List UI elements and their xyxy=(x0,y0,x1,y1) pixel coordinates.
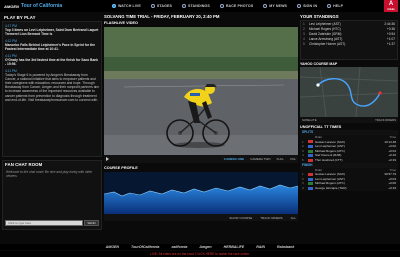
flag-icon xyxy=(308,177,313,181)
list-item[interactable]: 5 Christopher Horner (AST) +1:37 xyxy=(303,42,395,47)
footer-notice[interactable]: LIVE: All riders are on the road. CLICK … xyxy=(0,251,400,257)
nav-item-standings[interactable]: STANDINGS xyxy=(182,4,210,8)
list-item: 4:12 PM Mancebo Falls Behind Leipheimer'… xyxy=(5,38,96,51)
flag-icon xyxy=(308,158,313,162)
nav-dot-icon xyxy=(219,4,224,8)
flag-icon xyxy=(308,154,313,158)
all-link[interactable]: ALL xyxy=(291,216,296,220)
fan-chat-room: FAN CHAT ROOM Welcome to the chat room! … xyxy=(2,160,102,230)
stage-title: SOLVANG TIME TRIAL - FRIDAY, FEBRUARY 20… xyxy=(104,14,220,19)
satellite-toggle[interactable]: SATELLITE xyxy=(302,118,317,122)
chat-send-button[interactable]: SEND xyxy=(84,220,99,226)
top-nav-bar: AMGEN Tour of California WATCH LIVE STAG… xyxy=(0,0,400,12)
course-map[interactable] xyxy=(300,67,398,117)
video-player[interactable] xyxy=(104,27,298,155)
tab-full[interactable]: FULL xyxy=(277,157,284,161)
video-title: FLASHLIVE VIDEO xyxy=(104,21,138,25)
course-profile-title: COURSE PROFILE xyxy=(104,166,138,170)
list-item: 4:17 PM Top 3 times on Levi Leipheimer, … xyxy=(5,23,99,36)
main-nav: WATCH LIVE STAGES STANDINGS RACE PHOTOS … xyxy=(112,0,343,12)
table-row: 4 George Hincapie (THR) +0:19 xyxy=(302,185,396,190)
nav-dot-icon xyxy=(297,4,302,8)
fan-chat-message: Welcome to the chat room! Be nice and pl… xyxy=(6,170,93,178)
video-controls: CAMERA ONE CAMERA TWO FULL VOL xyxy=(104,155,298,163)
list-item: 4:11 PM O'Grady has the 3rd fastest time… xyxy=(5,53,99,66)
nav-item-sign-in[interactable]: SIGN IN xyxy=(297,4,317,8)
nav-dot-icon xyxy=(150,4,155,8)
fan-chat-title: FAN CHAT ROOM xyxy=(5,162,43,167)
track-riders-toggle[interactable]: TRACK RIDERS xyxy=(375,118,396,122)
brand-line1: AMGEN xyxy=(4,3,19,9)
elevation-graph xyxy=(103,184,299,214)
map-graphic xyxy=(300,67,398,117)
table-row: 5 Thor Hushovd (CTT) +0:19 xyxy=(302,157,396,162)
sponsor-logo[interactable]: Rabobank xyxy=(277,245,294,249)
splits-table: Rider Time 1 Gustav Larsson (SAX) 10:14.48 … xyxy=(300,135,398,163)
nav-dot-icon xyxy=(112,4,116,8)
nav-item-stages[interactable]: STAGES xyxy=(150,4,172,8)
brand-line2: Tour of California xyxy=(20,3,63,9)
flag-icon xyxy=(308,140,313,144)
flag-icon xyxy=(308,186,313,190)
flag-icon xyxy=(308,149,313,153)
nav-item-help[interactable]: HELP xyxy=(327,4,343,8)
nav-dot-icon xyxy=(182,4,187,8)
course-profile-chart xyxy=(103,172,299,214)
brand-logo[interactable]: AMGEN Tour of California xyxy=(0,0,112,12)
map-controls: SATELLITE TRACK RIDERS xyxy=(300,117,398,123)
nav-dot-icon xyxy=(327,4,332,8)
course-profile-controls: SHOW COURSE TRACK RIDERS ALL xyxy=(104,214,298,221)
adobe-logo[interactable]: A Adobe xyxy=(384,0,398,12)
flag-icon xyxy=(308,182,313,186)
flag-icon xyxy=(308,144,313,148)
video-frame xyxy=(104,27,298,155)
sponsor-logo[interactable]: Amgen xyxy=(199,245,211,249)
show-course-link[interactable]: SHOW COURSE xyxy=(229,216,252,220)
standings-list: 1 Levi Leipheimer (AST) 2:44:36 2 Michael R… xyxy=(300,20,398,60)
chat-input[interactable]: Click to type here xyxy=(5,220,83,226)
center-column: SOLVANG TIME TRIAL - FRIDAY, FEBRUARY 20… xyxy=(103,14,299,221)
sponsor-logo[interactable]: RAIN xyxy=(256,245,265,249)
list-item: 4:11 PM Today's Stage 6 is powered by Am… xyxy=(5,69,100,102)
sponsor-logo[interactable]: TourOfCalifornia xyxy=(131,245,159,249)
play-icon[interactable] xyxy=(106,157,109,161)
sponsor-bar: AMGEN TourOfCalifornia california Amgen … xyxy=(0,244,400,250)
nav-dot-icon xyxy=(263,4,268,8)
finish-table: Rider Time 1 Gustav Larsson (SAX) 30:57.79 … xyxy=(300,167,398,191)
nav-item-my-news[interactable]: MY NEWS xyxy=(263,4,287,8)
right-column: YOUR STANDINGS 1 Levi Leipheimer (AST) 2:4… xyxy=(300,14,398,191)
nav-item-watch-live[interactable]: WATCH LIVE xyxy=(112,4,141,8)
sponsor-logo[interactable]: HERBALIFE xyxy=(224,245,245,249)
nav-item-race-photos[interactable]: RACE PHOTOS xyxy=(219,4,253,8)
sponsor-logo[interactable]: AMGEN xyxy=(106,245,119,249)
play-by-play-title: PLAY BY PLAY xyxy=(4,15,36,20)
sponsor-logo[interactable]: california xyxy=(171,245,187,249)
tab-camera-two[interactable]: CAMERA TWO xyxy=(250,157,270,161)
play-by-play-feed[interactable]: 4:17 PM Top 3 times on Levi Leipheimer, … xyxy=(2,21,102,157)
left-column: PLAY BY PLAY 4:17 PM Top 3 times on Levi… xyxy=(2,14,102,242)
tab-camera-one[interactable]: CAMERA ONE xyxy=(224,157,244,161)
track-riders-link[interactable]: TRACK RIDERS xyxy=(260,216,282,220)
volume-label[interactable]: VOL xyxy=(290,157,296,161)
flag-icon xyxy=(308,172,313,176)
